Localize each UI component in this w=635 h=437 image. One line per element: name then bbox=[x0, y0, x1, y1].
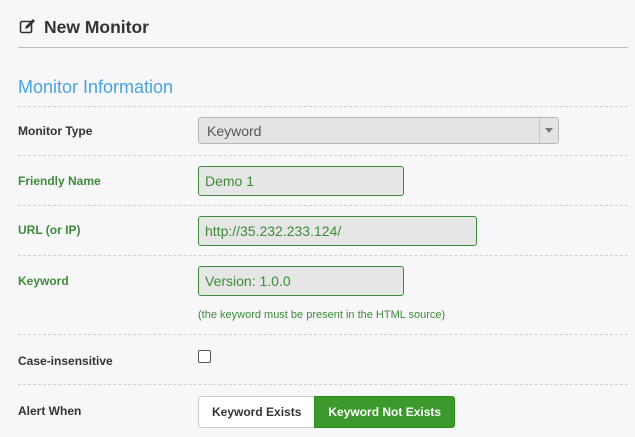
keyword-hint: (the keyword must be present in the HTML… bbox=[198, 309, 446, 321]
page-title: New Monitor bbox=[44, 17, 149, 37]
case-insensitive-checkbox[interactable] bbox=[198, 350, 211, 363]
alert-when-toggle: Keyword Exists Keyword Not Exists bbox=[198, 396, 456, 428]
alert-when-label: Alert When bbox=[18, 404, 82, 418]
section-title: Monitor Information bbox=[18, 77, 174, 97]
monitor-type-select[interactable]: Keyword bbox=[198, 117, 559, 144]
keyword-not-exists-button[interactable]: Keyword Not Exists bbox=[314, 396, 456, 428]
keyword-label: Keyword bbox=[18, 274, 69, 288]
url-row: URL (or IP) http://35.232.233.124/ bbox=[18, 206, 628, 256]
keyword-input[interactable]: Version: 1.0.0 bbox=[198, 266, 404, 296]
edit-icon bbox=[18, 17, 36, 35]
monitor-type-label: Monitor Type bbox=[18, 124, 93, 138]
panel-header: New Monitor bbox=[18, 16, 628, 48]
keyword-exists-button[interactable]: Keyword Exists bbox=[198, 396, 316, 428]
url-input[interactable]: http://35.232.233.124/ bbox=[198, 216, 477, 246]
monitor-type-row: Monitor Type Keyword bbox=[18, 107, 628, 156]
friendly-name-label: Friendly Name bbox=[18, 174, 101, 188]
friendly-name-input[interactable]: Demo 1 bbox=[198, 166, 404, 196]
friendly-name-row: Friendly Name Demo 1 bbox=[18, 156, 628, 206]
url-label: URL (or IP) bbox=[18, 223, 81, 237]
new-monitor-panel: New Monitor Monitor Information Monitor … bbox=[6, 0, 635, 437]
keyword-row: Keyword Version: 1.0.0 (the keyword must… bbox=[18, 256, 628, 335]
alert-when-row: Alert When Keyword Exists Keyword Not Ex… bbox=[18, 385, 628, 437]
monitor-type-value: Keyword bbox=[207, 123, 262, 139]
case-insensitive-label: Case-insensitive bbox=[18, 354, 113, 368]
case-insensitive-row: Case-insensitive bbox=[18, 335, 628, 385]
chevron-down-icon[interactable] bbox=[539, 118, 558, 143]
